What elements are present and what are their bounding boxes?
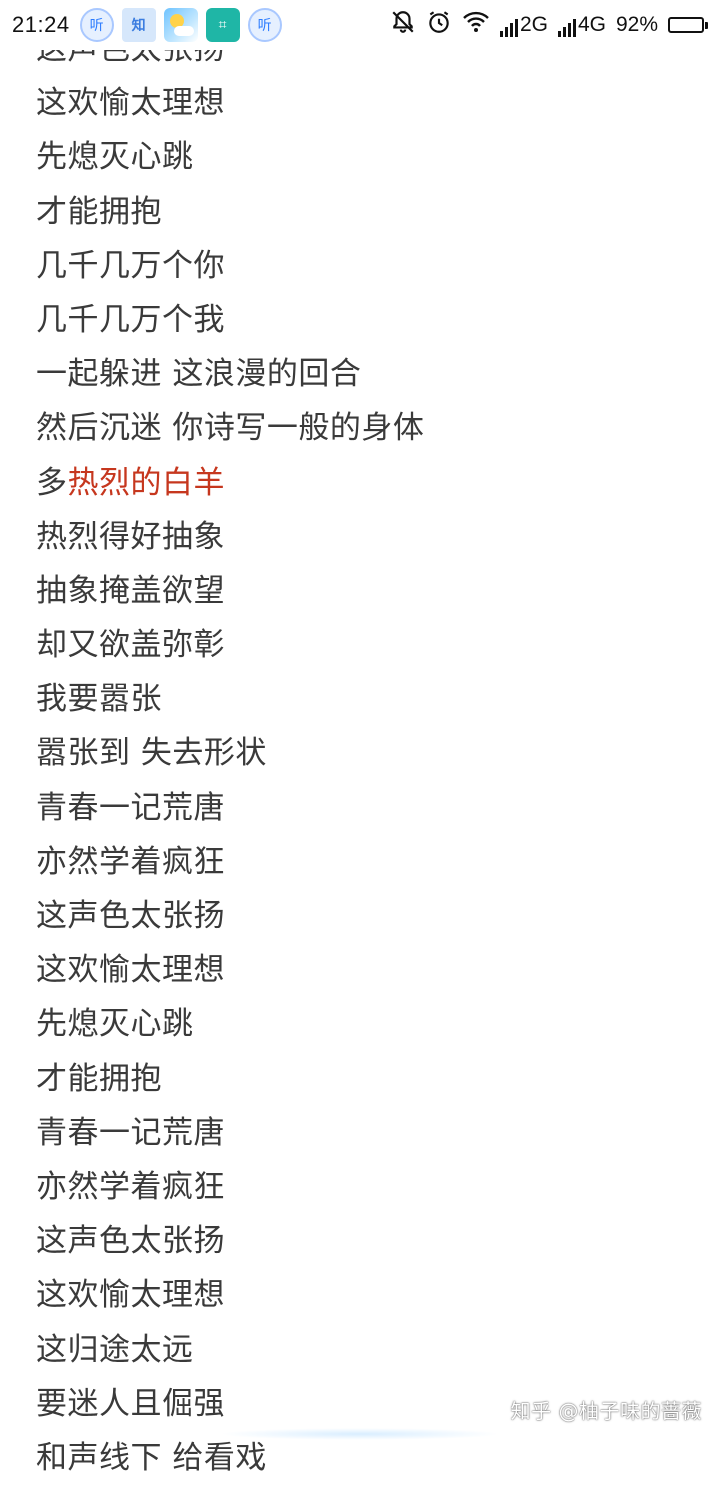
status-bar: 21:24 听 知 ⌗ 听 2G 4G 92% — [0, 0, 720, 50]
weather-app-icon — [163, 8, 198, 42]
lyric-line: 青春一记荒唐 — [36, 781, 700, 835]
lyric-text: 这欢愉太理想 — [36, 1277, 225, 1314]
lyric-line: 这欢愉太理想 — [36, 76, 700, 130]
lyric-line: 几千几万个我 — [36, 293, 700, 347]
lyric-text: 亦然学着疯狂 — [36, 1168, 225, 1205]
bottom-glow — [220, 1428, 500, 1440]
lyric-text: 我要嚣张 — [36, 681, 162, 718]
network-type-2: 4G — [577, 13, 606, 36]
lyric-line: 一起躲进 这浪漫的回合 — [36, 347, 700, 401]
lyric-text: 这声色太张扬 — [36, 898, 225, 934]
lyric-text: 才能拥抱 — [36, 193, 162, 230]
lyric-highlight: 热烈的白羊 — [67, 464, 225, 501]
signal-icon-1 — [499, 19, 518, 37]
lyric-line: 亦然学着疯狂 — [36, 1160, 700, 1214]
lyric-line: 这归途太远 — [36, 1323, 700, 1377]
lyric-line: 嚣张到 失去形状 — [36, 726, 700, 780]
status-right: 2G 4G 92% — [390, 9, 708, 41]
lyric-line: 这声色太张扬 — [36, 1214, 700, 1268]
ting-app-icon: 听 — [79, 8, 114, 42]
lyric-line: 这欢愉太理想 — [36, 943, 700, 997]
lyric-text: 几千几万个我 — [36, 301, 225, 338]
lyric-line: 青春一记荒唐 — [36, 1106, 700, 1160]
lyric-text: 一起躲进 这浪漫的回合 — [36, 356, 362, 393]
lyric-line: 这声色太张扬 — [36, 889, 700, 943]
lyric-text: 却又欲盖弥彰 — [36, 627, 225, 664]
alarm-clock-icon — [426, 9, 452, 41]
lyric-line: 亦然学着疯狂 — [36, 835, 700, 889]
wifi-icon — [462, 10, 490, 40]
lyric-line: 才能拥抱 — [36, 185, 700, 239]
watermark: 知乎 @柚子味的蔷薇 — [510, 1399, 702, 1423]
notification-icons: 听 知 ⌗ 听 — [79, 8, 282, 42]
lyric-text: 这归途太远 — [36, 1331, 194, 1368]
lyric-line: 先熄灭心跳 — [36, 130, 700, 184]
signal-icon-2 — [557, 19, 576, 37]
battery-icon — [668, 17, 708, 33]
network-type-1: 2G — [519, 13, 548, 36]
status-time: 21:24 — [12, 12, 70, 37]
lyric-text: 才能拥抱 — [36, 1060, 162, 1097]
lyric-text: 热烈得好抽象 — [36, 518, 225, 555]
lyric-text: 亦然学着疯狂 — [36, 843, 225, 880]
lyrics-list: 这声色太张扬这欢愉太理想先熄灭心跳才能拥抱几千几万个你几千几万个我一起躲进 这浪… — [36, 22, 700, 1485]
lyric-text: 多 — [36, 464, 68, 501]
lyric-text: 和声线下 给看戏 — [36, 1439, 267, 1476]
mute-bell-icon — [390, 9, 416, 41]
lyric-text: 然后沉迷 你诗写一般的身体 — [36, 410, 425, 447]
lyric-line: 抽象掩盖欲望 — [36, 564, 700, 618]
lyric-text: 青春一记荒唐 — [36, 1114, 225, 1151]
lyric-text: 抽象掩盖欲望 — [36, 572, 225, 609]
lyric-line: 才能拥抱 — [36, 1052, 700, 1106]
lyric-line: 多热烈的白羊 — [36, 456, 700, 510]
lyric-line: 却又欲盖弥彰 — [36, 618, 700, 672]
lyric-text: 青春一记荒唐 — [36, 789, 225, 826]
lyric-line: 这欢愉太理想 — [36, 1268, 700, 1322]
lyric-text: 这欢愉太理想 — [36, 85, 225, 122]
lyric-line: 热烈得好抽象 — [36, 510, 700, 564]
lyric-line: 几千几万个你 — [36, 239, 700, 293]
lyric-text: 先熄灭心跳 — [36, 1006, 194, 1043]
battery-percent: 92% — [615, 13, 658, 36]
lyric-text: 嚣张到 失去形状 — [36, 735, 267, 772]
lyric-text: 要迷人且倔强 — [36, 1385, 225, 1422]
scan-app-icon: ⌗ — [205, 8, 240, 42]
lyric-line: 先熄灭心跳 — [36, 997, 700, 1051]
zhihu-app-icon: 知 — [121, 8, 156, 42]
lyric-text: 这声色太张扬 — [36, 1223, 225, 1260]
lyric-text: 先熄灭心跳 — [36, 139, 194, 176]
lyric-text: 这欢愉太理想 — [36, 952, 225, 989]
lyric-line: 我要嚣张 — [36, 672, 700, 726]
ting-app-icon-2: 听 — [247, 8, 282, 42]
lyric-text: 几千几万个你 — [36, 247, 225, 284]
lyric-line: 然后沉迷 你诗写一般的身体 — [36, 401, 700, 455]
